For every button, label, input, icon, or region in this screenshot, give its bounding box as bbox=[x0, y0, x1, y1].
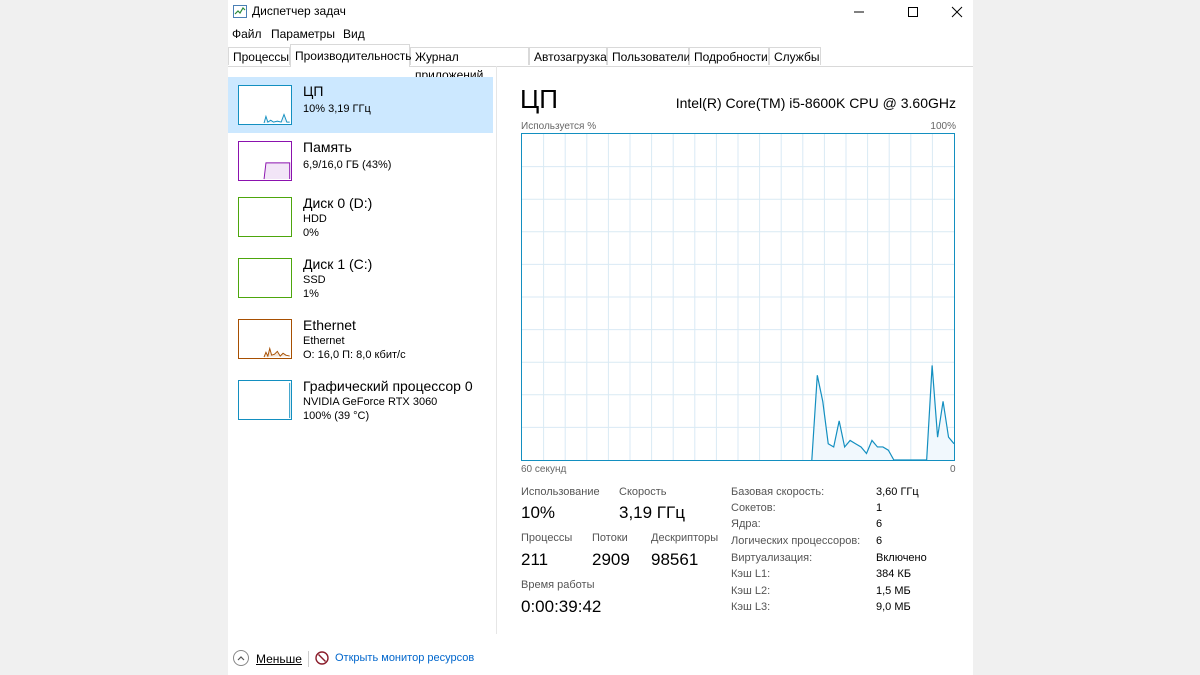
sidebar-item-title: Диск 1 (C:) bbox=[303, 256, 373, 272]
spec-label: Кэш L2: bbox=[731, 585, 771, 597]
page-title: ЦП bbox=[520, 84, 558, 114]
sidebar-item-type: SSD bbox=[303, 274, 326, 286]
gpu-thumbnail-graph bbox=[238, 380, 292, 420]
sidebar-item-detail: О: 16,0 П: 8,0 кбит/с bbox=[303, 349, 406, 361]
sidebar-item-gpu[interactable]: Графический процессор 0 NVIDIA GeForce R… bbox=[228, 372, 493, 428]
graph-y-axis-label: Используется % bbox=[521, 121, 597, 132]
open-resource-monitor-link[interactable]: Открыть монитор ресурсов bbox=[335, 652, 474, 664]
sidebar-item-disk-1[interactable]: Диск 1 (C:) SSD 1% bbox=[228, 250, 493, 306]
tab-app-history[interactable]: Журнал приложений bbox=[410, 47, 529, 82]
resource-sidebar: ЦП 10% 3,19 ГГц Память 6,9/16,0 ГБ (43%)… bbox=[228, 76, 496, 634]
footer-bar: Меньше Открыть монитор ресурсов bbox=[228, 640, 973, 675]
handles-label: Дескрипторы bbox=[651, 532, 719, 544]
menu-file[interactable]: Файл bbox=[232, 27, 262, 41]
uptime-value: 0:00:39:42 bbox=[521, 597, 602, 616]
panel-divider bbox=[496, 66, 497, 634]
spec-value: Включено bbox=[876, 552, 927, 564]
processes-label: Процессы bbox=[521, 532, 573, 544]
tab-performance[interactable]: Производительность bbox=[290, 44, 411, 67]
uptime-label: Время работы bbox=[521, 579, 595, 591]
graph-y-max-label: 100% bbox=[930, 121, 956, 132]
threads-value: 2909 bbox=[592, 550, 630, 569]
spec-label: Базовая скорость: bbox=[731, 486, 825, 498]
threads-label: Потоки bbox=[592, 532, 628, 544]
handles-value: 98561 bbox=[651, 550, 699, 569]
sidebar-item-detail: 10% 3,19 ГГц bbox=[303, 103, 371, 115]
spec-label: Виртуализация: bbox=[731, 552, 813, 564]
memory-thumbnail-graph bbox=[238, 141, 292, 181]
menu-options[interactable]: Параметры bbox=[271, 27, 335, 41]
menu-view[interactable]: Вид bbox=[343, 27, 365, 41]
maximize-button[interactable] bbox=[890, 0, 936, 24]
tab-services[interactable]: Службы bbox=[769, 47, 821, 65]
graph-x-axis-label: 60 секунд bbox=[521, 464, 567, 475]
minimize-icon bbox=[854, 11, 864, 13]
processes-value: 211 bbox=[521, 550, 549, 569]
sidebar-item-detail: 100% (39 °C) bbox=[303, 410, 370, 422]
spec-label: Ядра: bbox=[731, 518, 761, 530]
sidebar-item-type: Ethernet bbox=[303, 335, 345, 347]
spec-value: 6 bbox=[876, 535, 883, 547]
window-title: Диспетчер задач bbox=[252, 4, 346, 18]
sidebar-item-cpu[interactable]: ЦП 10% 3,19 ГГц bbox=[228, 77, 493, 133]
sidebar-item-title: ЦП bbox=[303, 83, 324, 99]
sidebar-item-title: Диск 0 (D:) bbox=[303, 195, 373, 211]
minimize-button[interactable] bbox=[836, 0, 882, 24]
cpu-thumbnail-graph bbox=[238, 85, 292, 125]
sidebar-item-type: NVIDIA GeForce RTX 3060 bbox=[303, 396, 438, 408]
ethernet-thumbnail-graph bbox=[238, 319, 292, 359]
close-icon bbox=[951, 6, 963, 18]
resource-monitor-icon bbox=[315, 651, 329, 665]
tab-startup[interactable]: Автозагрузка bbox=[529, 47, 607, 65]
tab-users[interactable]: Пользователи bbox=[607, 47, 690, 65]
sidebar-item-detail: 1% bbox=[303, 288, 319, 300]
chevron-up-icon[interactable] bbox=[233, 650, 249, 666]
disk-0-thumbnail-graph bbox=[238, 197, 292, 237]
cpu-model-name: Intel(R) Core(TM) i5-8600K CPU @ 3.60GHz bbox=[675, 95, 956, 111]
task-manager-app-icon bbox=[233, 5, 247, 18]
spec-value: 3,60 ГГц bbox=[876, 486, 919, 498]
graph-x-end-label: 0 bbox=[950, 464, 956, 475]
cpu-utilization-graph bbox=[521, 133, 955, 461]
title-bar[interactable]: Диспетчер задач bbox=[228, 0, 973, 24]
usage-label: Использование bbox=[521, 486, 600, 498]
close-button[interactable] bbox=[934, 0, 980, 24]
sidebar-item-disk-0[interactable]: Диск 0 (D:) HDD 0% bbox=[228, 189, 493, 245]
spec-label: Кэш L3: bbox=[731, 601, 771, 613]
spec-label: Логических процессоров: bbox=[731, 535, 861, 547]
menu-bar: Файл Параметры Вид bbox=[228, 24, 973, 44]
spec-value: 9,0 МБ bbox=[876, 601, 911, 613]
sidebar-item-title: Графический процессор 0 bbox=[303, 378, 473, 394]
sidebar-item-title: Память bbox=[303, 139, 352, 155]
spec-value: 384 КБ bbox=[876, 568, 912, 580]
sidebar-item-type: HDD bbox=[303, 213, 327, 225]
spec-label: Сокетов: bbox=[731, 502, 776, 514]
spec-value: 1,5 МБ bbox=[876, 585, 911, 597]
maximize-icon bbox=[908, 7, 918, 17]
speed-value: 3,19 ГГц bbox=[619, 503, 685, 522]
fewer-details-button[interactable]: Меньше bbox=[256, 652, 302, 666]
sidebar-item-ethernet[interactable]: Ethernet Ethernet О: 16,0 П: 8,0 кбит/с bbox=[228, 311, 493, 367]
spec-value: 1 bbox=[876, 502, 883, 514]
sidebar-item-memory[interactable]: Память 6,9/16,0 ГБ (43%) bbox=[228, 133, 493, 189]
tab-processes[interactable]: Процессы bbox=[228, 47, 290, 65]
usage-value: 10% bbox=[521, 503, 556, 522]
spec-value: 6 bbox=[876, 518, 883, 530]
speed-label: Скорость bbox=[619, 486, 667, 498]
sidebar-item-title: Ethernet bbox=[303, 317, 356, 333]
tab-bar: Процессы Производительность Журнал прило… bbox=[228, 44, 973, 82]
spec-label: Кэш L1: bbox=[731, 568, 771, 580]
disk-1-thumbnail-graph bbox=[238, 258, 292, 298]
tab-details[interactable]: Подробности bbox=[689, 47, 769, 65]
sidebar-item-detail: 6,9/16,0 ГБ (43%) bbox=[303, 159, 392, 171]
sidebar-item-detail: 0% bbox=[303, 227, 319, 239]
task-manager-window: Диспетчер задач Файл Параметры Вид Проце… bbox=[228, 0, 973, 675]
footer-separator bbox=[308, 651, 309, 667]
